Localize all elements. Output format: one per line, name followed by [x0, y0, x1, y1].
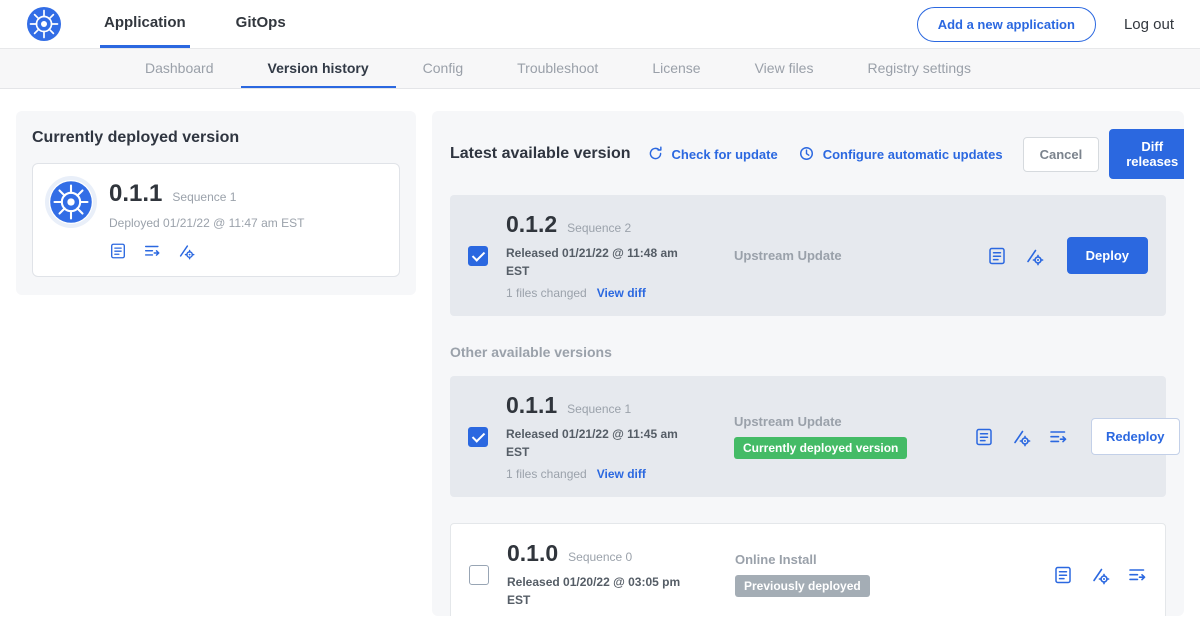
files-changed-count: 1 files changed — [506, 467, 587, 481]
subnav-license[interactable]: License — [625, 49, 727, 88]
version-info: 0.1.2 Sequence 2 Released 01/21/22 @ 11:… — [506, 211, 734, 300]
deployed-version-card: 0.1.1 Sequence 1 Deployed 01/21/22 @ 11:… — [32, 163, 400, 277]
subnav-registry-settings[interactable]: Registry settings — [840, 49, 997, 88]
version-checkbox[interactable] — [469, 565, 489, 585]
deployed-sequence: Sequence 1 — [172, 190, 236, 204]
source-label: Upstream Update — [734, 414, 974, 429]
edit-config-icon[interactable] — [1024, 246, 1044, 266]
release-notes-icon[interactable] — [974, 427, 994, 447]
version-row-0-1-1: 0.1.1 Sequence 1 Released 01/21/22 @ 11:… — [450, 376, 1166, 497]
deploy-logs-icon[interactable] — [1048, 427, 1068, 447]
source-label: Upstream Update — [734, 248, 974, 263]
kubernetes-logo-icon[interactable] — [26, 6, 62, 42]
currently-deployed-badge: Currently deployed version — [734, 437, 907, 459]
subnav-config[interactable]: Config — [396, 49, 490, 88]
version-row-0-1-0: 0.1.0 Sequence 0 Released 01/20/22 @ 03:… — [450, 523, 1166, 616]
check-for-update-link[interactable]: Check for update — [647, 145, 778, 163]
add-new-application-button[interactable]: Add a new application — [917, 7, 1096, 42]
deploy-logs-icon[interactable] — [1127, 565, 1147, 585]
deploy-button[interactable]: Deploy — [1067, 237, 1148, 274]
deployed-card-title: Currently deployed version — [32, 129, 400, 147]
other-versions-title: Other available versions — [450, 344, 1166, 360]
version-sequence: Sequence 1 — [567, 402, 631, 416]
tab-gitops-label: GitOps — [236, 14, 286, 31]
version-source: Upstream Update Currently deployed versi… — [734, 414, 974, 459]
source-label: Online Install — [735, 552, 975, 567]
version-source: Online Install Previously deployed — [735, 552, 975, 597]
edit-config-icon[interactable] — [1090, 565, 1110, 585]
files-changed-count: 1 files changed — [506, 286, 587, 300]
refresh-icon — [647, 145, 665, 163]
panel-header: Latest available version Check for updat… — [450, 129, 1166, 179]
tab-application-label: Application — [104, 14, 186, 31]
version-checkbox[interactable] — [468, 427, 488, 447]
app-sub-navigation: Dashboard Version history Config Trouble… — [0, 49, 1200, 89]
previously-deployed-badge: Previously deployed — [735, 575, 870, 597]
version-sequence: Sequence 2 — [567, 221, 631, 235]
main-content: Currently deployed version 0.1.1 Sequenc… — [0, 89, 1200, 616]
release-date: Released 01/21/22 @ 11:45 am EST — [506, 425, 688, 461]
deployed-version-number: 0.1.1 — [109, 180, 162, 208]
view-diff-link[interactable]: View diff — [597, 467, 646, 481]
version-actions: Redeploy — [974, 418, 1180, 455]
tab-application[interactable]: Application — [100, 0, 190, 48]
release-notes-icon[interactable] — [1053, 565, 1073, 585]
tab-gitops[interactable]: GitOps — [232, 0, 290, 48]
view-diff-link[interactable]: View diff — [597, 286, 646, 300]
subnav-view-files[interactable]: View files — [728, 49, 841, 88]
version-number: 0.1.2 — [506, 211, 557, 238]
deploy-logs-icon[interactable] — [143, 242, 161, 260]
release-notes-icon[interactable] — [109, 242, 127, 260]
deployed-timestamp: Deployed 01/21/22 @ 11:47 am EST — [109, 216, 304, 230]
subnav-dashboard[interactable]: Dashboard — [118, 49, 241, 88]
version-info: 0.1.1 Sequence 1 Released 01/21/22 @ 11:… — [506, 392, 734, 481]
top-navigation: Application GitOps Add a new application… — [0, 0, 1200, 49]
version-number: 0.1.0 — [507, 540, 558, 567]
edit-config-icon[interactable] — [1011, 427, 1031, 447]
available-versions-panel: Latest available version Check for updat… — [432, 111, 1184, 616]
diff-releases-button[interactable]: Diff releases — [1109, 129, 1184, 179]
cancel-button[interactable]: Cancel — [1023, 137, 1100, 172]
release-date: Released 01/21/22 @ 11:48 am EST — [506, 244, 688, 280]
redeploy-button[interactable]: Redeploy — [1091, 418, 1180, 455]
version-number: 0.1.1 — [506, 392, 557, 419]
version-row-0-1-2: 0.1.2 Sequence 2 Released 01/21/22 @ 11:… — [450, 195, 1166, 316]
subnav-troubleshoot[interactable]: Troubleshoot — [490, 49, 625, 88]
clock-icon — [798, 145, 816, 163]
release-date: Released 01/20/22 @ 03:05 pm EST — [507, 573, 689, 609]
release-notes-icon[interactable] — [987, 246, 1007, 266]
subnav-version-history[interactable]: Version history — [241, 49, 396, 88]
logout-link[interactable]: Log out — [1124, 16, 1174, 33]
version-info: 0.1.0 Sequence 0 Released 01/20/22 @ 03:… — [507, 540, 735, 609]
configure-automatic-updates-link[interactable]: Configure automatic updates — [798, 145, 1003, 163]
edit-config-icon[interactable] — [177, 242, 195, 260]
latest-available-title: Latest available version — [450, 145, 631, 163]
version-actions: Deploy — [987, 237, 1148, 274]
version-checkbox[interactable] — [468, 246, 488, 266]
version-actions — [1053, 565, 1147, 585]
version-source: Upstream Update — [734, 248, 974, 263]
currently-deployed-card: Currently deployed version 0.1.1 Sequenc… — [16, 111, 416, 295]
app-logo-icon — [49, 180, 93, 224]
version-sequence: Sequence 0 — [568, 550, 632, 564]
